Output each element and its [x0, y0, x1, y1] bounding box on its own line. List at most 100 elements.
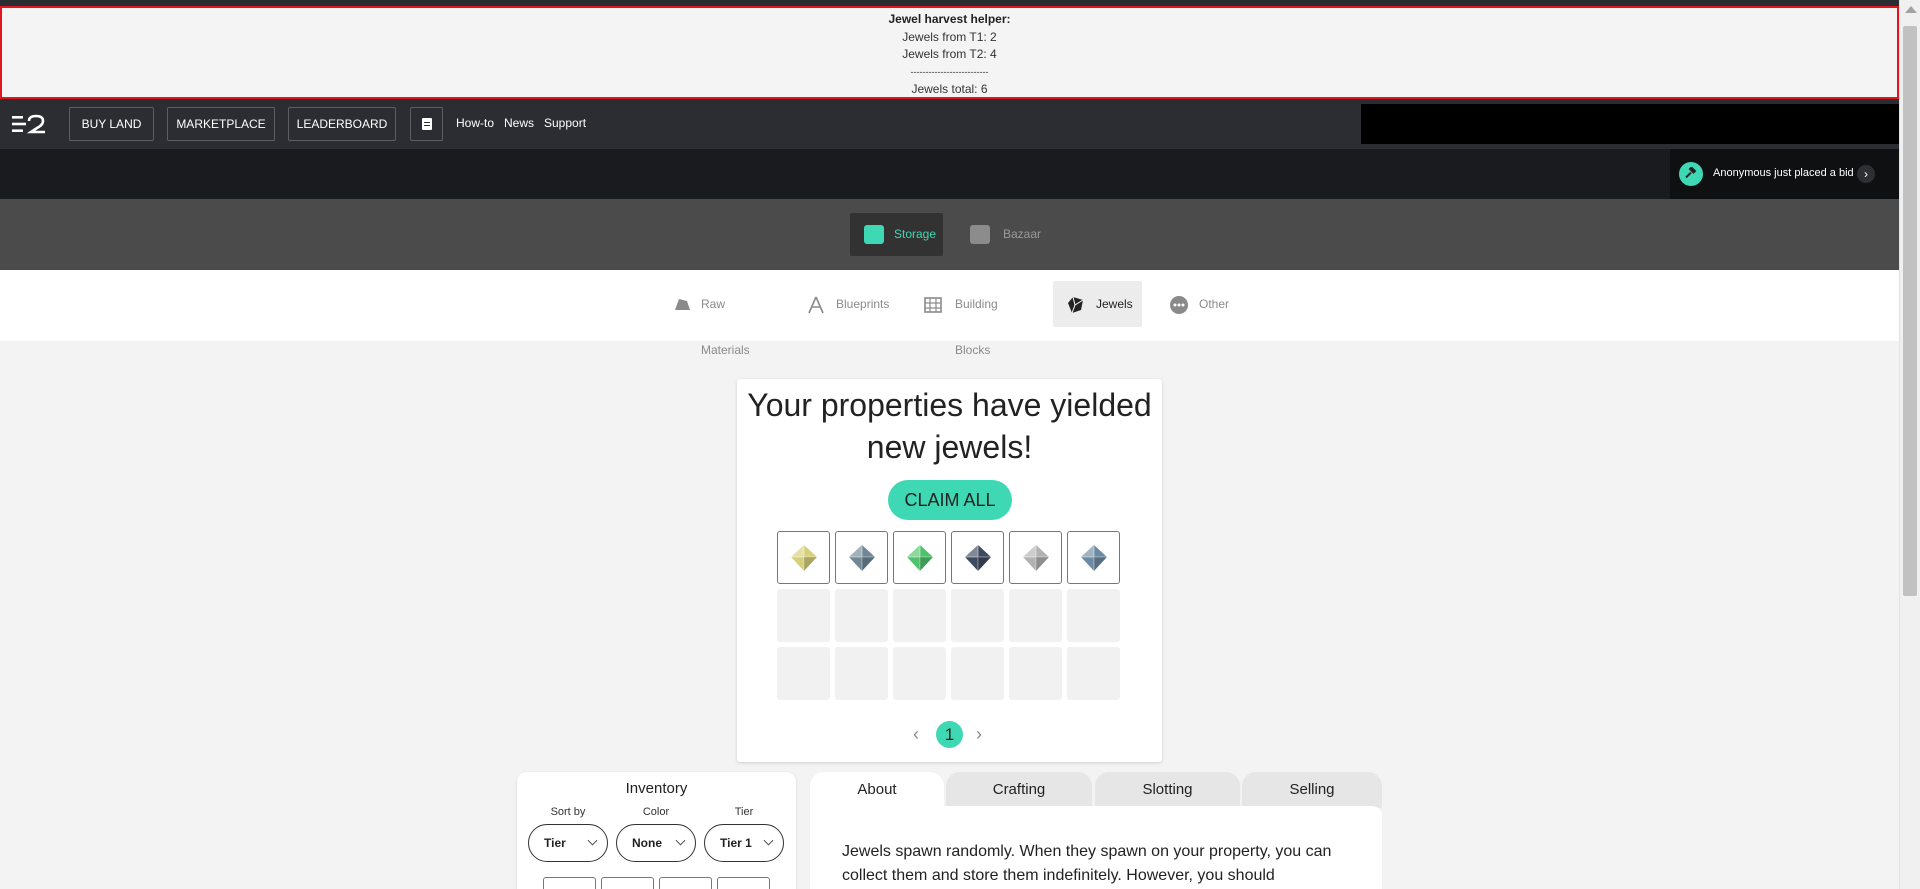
jewel-slot[interactable] — [1067, 531, 1120, 584]
empty-slot[interactable] — [835, 589, 888, 642]
empty-slot[interactable] — [893, 589, 946, 642]
claim-jewels-card: Your properties have yielded new jewels!… — [737, 379, 1162, 762]
chevron-down-icon — [675, 835, 686, 846]
category-blueprints[interactable]: Blueprints — [806, 281, 896, 327]
empty-slot[interactable] — [1009, 647, 1062, 700]
tab-bazaar[interactable]: Bazaar — [956, 213, 1056, 256]
sort-label: Sort by — [550, 806, 586, 818]
jewel-icon — [1081, 545, 1107, 571]
color-select[interactable]: None — [616, 824, 696, 862]
bid-message: Anonymous just placed a bid — [1713, 167, 1854, 179]
howto-link[interactable]: How-to — [456, 116, 494, 130]
jewel-icon — [791, 545, 817, 571]
helper-t1: Jewels from T1: 2 — [902, 29, 997, 44]
inventory-panel: Inventory Sort by Tier Color None Tier T… — [517, 772, 796, 889]
helper-title: Jewel harvest helper: — [888, 12, 1011, 26]
top-nav: BUY LAND MARKETPLACE LEADERBOARD How-to … — [0, 99, 1899, 149]
scroll-up-icon[interactable] — [1905, 6, 1917, 13]
activity-ticker: Anonymous just placed a bid › — [0, 149, 1899, 199]
jewel-slot[interactable] — [777, 531, 830, 584]
scrollbar-thumb[interactable] — [1903, 26, 1917, 596]
color-value: None — [632, 836, 662, 850]
more-dots-icon — [1170, 296, 1188, 314]
bazaar-store-icon — [970, 225, 990, 244]
storage-box-icon — [864, 225, 884, 244]
tab-about[interactable]: About — [810, 772, 944, 808]
jewel-icon — [1068, 296, 1084, 314]
jewel-icon — [965, 545, 991, 571]
empty-slot[interactable] — [835, 647, 888, 700]
category-tabs: Raw Materials Blueprints Building Blocks… — [0, 270, 1899, 357]
chevron-down-icon — [587, 835, 598, 846]
main-viewport: Jewel harvest helper: Jewels from T1: 2 … — [0, 0, 1899, 889]
mode-switcher: Storage Bazaar — [0, 199, 1899, 270]
inventory-slot[interactable] — [659, 877, 712, 889]
jewel-slot[interactable] — [893, 531, 946, 584]
sort-select[interactable]: Tier — [528, 824, 608, 862]
tab-bazaar-label: Bazaar — [1003, 227, 1042, 241]
empty-slot[interactable] — [1067, 589, 1120, 642]
marketplace-button[interactable]: MARKETPLACE — [167, 107, 275, 141]
tier-label: Tier — [734, 806, 754, 818]
empty-slot[interactable] — [893, 647, 946, 700]
tab-slotting[interactable]: Slotting — [1095, 772, 1240, 808]
category-blueprints-label: Blueprints — [836, 297, 890, 311]
helper-divider: -------------------------- — [910, 66, 989, 77]
jewel-slot[interactable] — [1009, 531, 1062, 584]
category-building-blocks-label: Building Blocks — [955, 297, 998, 357]
raw-materials-icon — [675, 299, 690, 310]
vertical-scrollbar[interactable] — [1899, 0, 1920, 889]
category-other[interactable]: Other — [1169, 281, 1229, 327]
docs-button[interactable] — [410, 107, 443, 141]
inventory-slot[interactable] — [717, 877, 770, 889]
chevron-left-icon[interactable]: ‹ — [913, 724, 919, 745]
chevron-down-icon — [763, 835, 774, 846]
category-jewels[interactable]: Jewels — [1053, 281, 1142, 327]
jewel-icon — [907, 545, 933, 571]
news-link[interactable]: News — [504, 116, 534, 130]
inventory-slot[interactable] — [601, 877, 654, 889]
about-text: Jewels spawn randomly. When they spawn o… — [842, 843, 1332, 884]
category-jewels-label: Jewels — [1096, 297, 1133, 311]
buy-land-button[interactable]: BUY LAND — [69, 107, 154, 141]
e2-logo-icon[interactable] — [12, 113, 48, 135]
jewel-harvest-helper: Jewel harvest helper: Jewels from T1: 2 … — [0, 6, 1899, 99]
empty-slot[interactable] — [777, 647, 830, 700]
jewel-icon — [1023, 545, 1049, 571]
chevron-right-icon[interactable]: › — [1857, 165, 1875, 183]
page: Jewel harvest helper: Jewels from T1: 2 … — [0, 0, 1920, 889]
helper-total: Jewels total: 6 — [911, 82, 988, 96]
empty-slot[interactable] — [951, 589, 1004, 642]
account-area[interactable] — [1361, 104, 1899, 144]
claim-all-button[interactable]: CLAIM ALL — [888, 480, 1012, 520]
about-panel: Jewels spawn randomly. When they spawn o… — [810, 806, 1382, 889]
category-raw-label: Raw Materials — [701, 297, 750, 357]
gavel-icon — [1679, 162, 1703, 186]
jewel-icon — [849, 545, 875, 571]
tab-crafting[interactable]: Crafting — [946, 772, 1092, 808]
claim-title: Your properties have yielded new jewels! — [747, 387, 1152, 465]
jewel-slot[interactable] — [835, 531, 888, 584]
jewel-slot[interactable] — [951, 531, 1004, 584]
empty-slot[interactable] — [1009, 589, 1062, 642]
tier-value: Tier 1 — [720, 836, 752, 850]
building-blocks-icon — [924, 297, 942, 313]
tab-storage[interactable]: Storage — [850, 213, 943, 256]
tier-select[interactable]: Tier 1 — [704, 824, 784, 862]
empty-slot[interactable] — [777, 589, 830, 642]
empty-slot[interactable] — [951, 647, 1004, 700]
category-building-blocks[interactable]: Building Blocks — [923, 281, 1033, 357]
page-number[interactable]: 1 — [936, 721, 963, 748]
sort-value: Tier — [544, 836, 566, 850]
bid-notification[interactable]: Anonymous just placed a bid › — [1670, 149, 1899, 199]
chevron-right-icon[interactable]: › — [976, 724, 982, 745]
tab-storage-label: Storage — [894, 227, 937, 241]
pagination: ‹ 1 › — [737, 719, 1162, 749]
leaderboard-button[interactable]: LEADERBOARD — [288, 107, 396, 141]
category-other-label: Other — [1199, 297, 1230, 311]
category-raw-materials[interactable]: Raw Materials — [673, 281, 773, 357]
support-link[interactable]: Support — [544, 116, 586, 130]
empty-slot[interactable] — [1067, 647, 1120, 700]
inventory-slot[interactable] — [543, 877, 596, 889]
tab-selling[interactable]: Selling — [1242, 772, 1382, 808]
